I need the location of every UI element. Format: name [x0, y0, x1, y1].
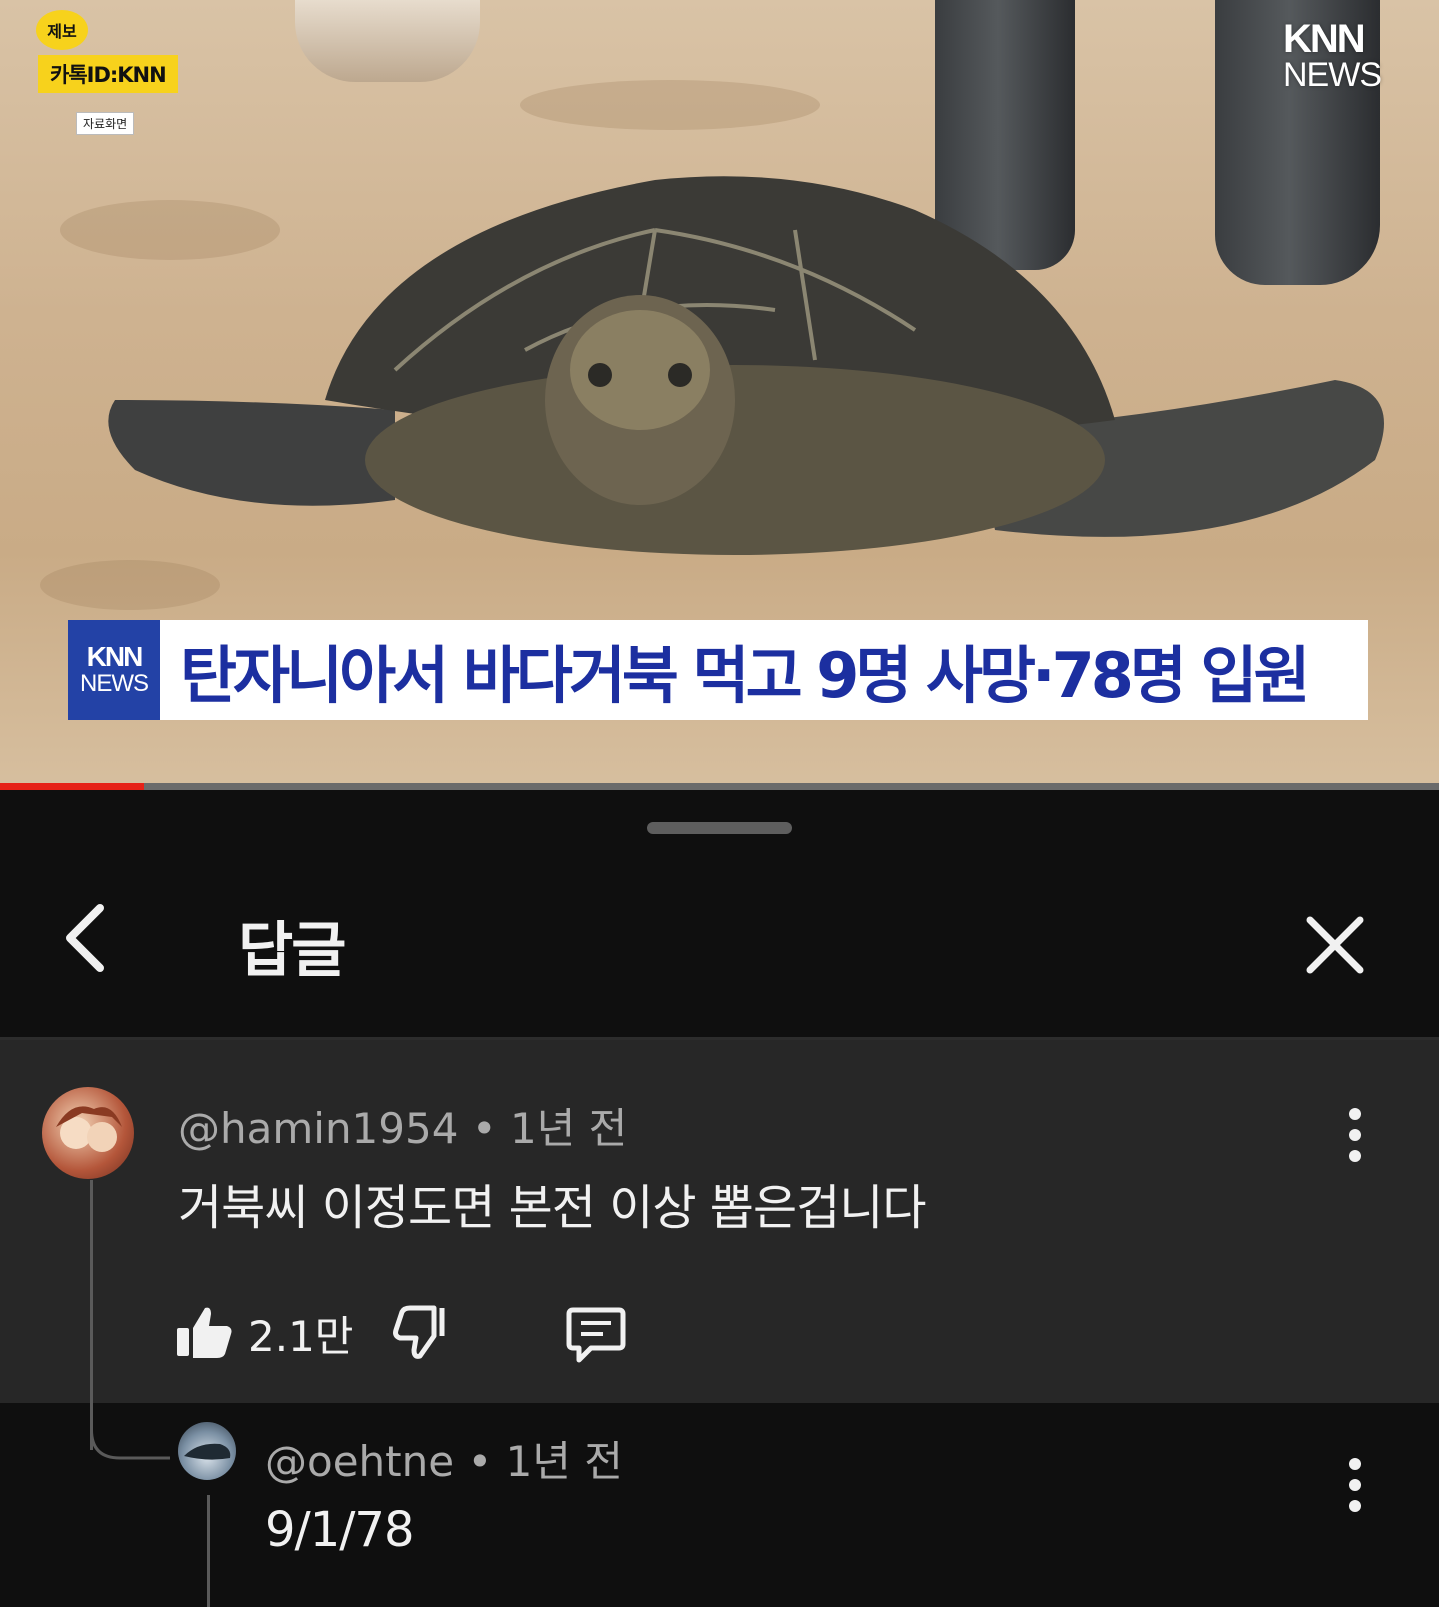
turtle-body: [365, 365, 1105, 555]
tip-badge: 제보: [36, 10, 88, 50]
brand-line-1: KNN: [1283, 17, 1366, 61]
replies-sheet: 답글 @hamin1954 • 1년 전 거북씨 이정도면 본전 이상 뽑은겁니…: [0, 790, 1439, 1607]
shoe: [295, 0, 480, 82]
video-progress-fill: [0, 783, 144, 790]
thread-curve: [90, 1430, 170, 1460]
reply-avatar-image: [184, 1443, 231, 1460]
chevron-left-icon: [66, 904, 104, 972]
like-count: 2.1만: [248, 1312, 354, 1361]
headline-text: 탄자니아서 바다거북 먹고 9명 사망·78명 입원: [180, 639, 1311, 712]
like-button[interactable]: [175, 1302, 235, 1362]
archive-footage-label: 자료화면: [76, 112, 135, 135]
reply-button[interactable]: [565, 1304, 627, 1364]
dislike-button[interactable]: [390, 1302, 450, 1362]
reply-text: 9/1/78: [265, 1502, 414, 1558]
close-button[interactable]: [1300, 910, 1370, 980]
comment-icon: [566, 1307, 626, 1363]
brand-line-2: NEWS: [1283, 56, 1382, 94]
avatar[interactable]: [42, 1087, 134, 1179]
drag-handle[interactable]: [647, 822, 792, 834]
news-headline-banner: KNN NEWS 탄자니아서 바다거북 먹고 9명 사망·78명 입원: [68, 620, 1368, 720]
avatar-illustration: [56, 1106, 122, 1152]
parent-comment: @hamin1954 • 1년 전 거북씨 이정도면 본전 이상 뽑은겁니다 2…: [0, 1040, 1439, 1403]
comment-menu-button[interactable]: [1335, 1100, 1375, 1170]
more-vertical-icon: [1349, 1458, 1361, 1512]
reply-username[interactable]: @oehtne: [265, 1437, 454, 1486]
thumbs-down-icon: [393, 1305, 445, 1359]
sea-turtle-image: [108, 176, 1384, 555]
thumbs-up-icon: [177, 1307, 232, 1358]
reply-author-line: @oehtne • 1년 전: [265, 1428, 623, 1489]
comment-text: 거북씨 이정도면 본전 이상 뽑은겁니다: [178, 1180, 927, 1236]
comment-username[interactable]: @hamin1954: [178, 1104, 458, 1153]
video-player[interactable]: 제보 카톡ID:KNN 자료화면 KNN NEWS KNN NEWS 탄자니아서…: [0, 0, 1439, 790]
more-vertical-icon: [1349, 1108, 1361, 1162]
reply-thread-line: [207, 1495, 210, 1607]
separator-dot: •: [467, 1437, 506, 1486]
reply-menu-button[interactable]: [1335, 1450, 1375, 1520]
sand-texture: [520, 80, 820, 130]
knn-news-watermark: KNN NEWS: [1283, 17, 1382, 94]
sheet-title: 답글: [238, 916, 346, 986]
back-button[interactable]: [55, 898, 115, 978]
comment-author-line: @hamin1954 • 1년 전: [178, 1095, 627, 1156]
left-flipper: [108, 400, 395, 506]
headline-logo-line-1: KNN: [86, 641, 144, 672]
reply-time: 1년 전: [505, 1437, 623, 1486]
headline-logo-line-2: NEWS: [80, 670, 149, 697]
kakao-id-label: 카톡ID:KNN: [38, 55, 178, 93]
reply-avatar[interactable]: [178, 1422, 236, 1480]
close-icon: [1306, 916, 1364, 974]
thread-line: [90, 1180, 93, 1450]
separator-dot: •: [471, 1104, 510, 1153]
comment-time: 1년 전: [509, 1104, 628, 1153]
headline-logo: KNN NEWS: [68, 620, 160, 720]
video-progress-bar[interactable]: [0, 783, 1439, 790]
